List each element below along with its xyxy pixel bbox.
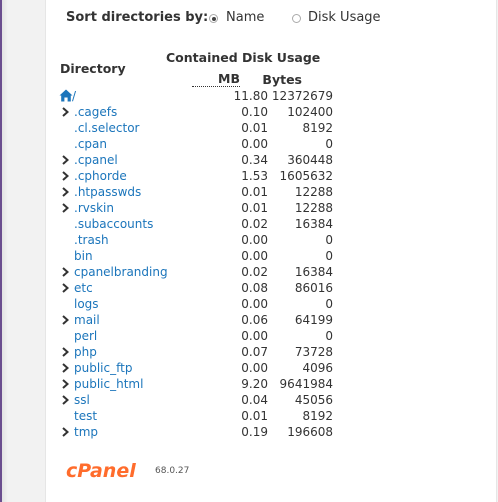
chevron-right-icon[interactable]	[61, 314, 71, 326]
sort-disk-usage-label[interactable]: Disk Usage	[308, 10, 381, 25]
sidebar-shadow	[2, 0, 8, 502]
size-bytes: 8192	[302, 409, 333, 423]
bytes-header: Bytes	[262, 72, 302, 87]
directory-link[interactable]: .cphorde	[74, 168, 127, 184]
directory-link[interactable]: mail	[74, 312, 100, 328]
contained-usage-header: Contained Disk Usage	[166, 50, 321, 65]
directory-link[interactable]: php	[74, 344, 97, 360]
table-row: .cl.selector 0.01 8192	[58, 120, 333, 136]
size-bytes: 4096	[302, 361, 333, 375]
sort-name-label[interactable]: Name	[226, 10, 264, 25]
table-row: perl 0.00 0	[58, 328, 333, 344]
table-row: .rvskin 0.01 12288	[58, 200, 333, 216]
chevron-right-icon[interactable]	[61, 202, 71, 214]
table-row: .trash 0.00 0	[58, 232, 333, 248]
mb-header: MB	[192, 72, 240, 87]
chevron-right-icon[interactable]	[61, 154, 71, 166]
directory-link[interactable]: .cpan	[74, 136, 107, 152]
sort-disk-usage-radio[interactable]	[292, 14, 301, 23]
size-bytes: 0	[325, 297, 333, 311]
table-row: cpanelbranding 0.02 16384	[58, 264, 333, 280]
table-row: .cpan 0.00 0	[58, 136, 333, 152]
directory-link[interactable]: logs	[74, 296, 99, 312]
directory-header: Directory	[60, 61, 126, 76]
directory-link[interactable]: .htpasswds	[74, 184, 141, 200]
sort-name-radio[interactable]	[209, 14, 218, 23]
directory-link[interactable]: .cagefs	[74, 104, 117, 120]
size-bytes: 12288	[294, 201, 333, 215]
directory-link[interactable]: .rvskin	[74, 200, 114, 216]
directory-link[interactable]: ssl	[74, 392, 90, 408]
table-row: test 0.01 8192	[58, 408, 333, 424]
table-row: ssl 0.04 45056	[58, 392, 333, 408]
size-bytes: 16384	[294, 265, 333, 279]
chevron-right-icon[interactable]	[61, 266, 71, 278]
table-row: logs 0.00 0	[58, 296, 333, 312]
directory-link[interactable]: public_ftp	[74, 360, 132, 376]
chevron-right-icon[interactable]	[61, 426, 71, 438]
chevron-right-icon[interactable]	[61, 346, 71, 358]
directory-link[interactable]: /	[72, 88, 76, 104]
directory-link[interactable]: .cl.selector	[74, 120, 140, 136]
svg-text:cPanel: cPanel	[66, 460, 136, 482]
size-bytes: 9641984	[279, 377, 333, 391]
content-panel: Sort directories by: Name Disk Usage Con…	[45, 0, 497, 502]
size-bytes: 196608	[287, 425, 333, 439]
size-bytes: 73728	[294, 345, 333, 359]
size-bytes: 0	[325, 137, 333, 151]
table-row: php 0.07 73728	[58, 344, 333, 360]
table-row: .cpanel 0.34 360448	[58, 152, 333, 168]
directory-link[interactable]: tmp	[74, 424, 98, 440]
directory-link[interactable]: bin	[74, 248, 93, 264]
directory-link[interactable]: etc	[74, 280, 93, 296]
sort-label: Sort directories by:	[66, 10, 209, 25]
size-bytes: 64199	[294, 313, 333, 327]
table-row: mail 0.06 64199	[58, 312, 333, 328]
directory-link[interactable]: test	[74, 408, 97, 424]
table-row: public_html 9.20 9641984	[58, 376, 333, 392]
table-row: .subaccounts 0.02 16384	[58, 216, 333, 232]
directory-link[interactable]: public_html	[74, 376, 143, 392]
size-bytes: 0	[325, 329, 333, 343]
size-bytes: 360448	[287, 153, 333, 167]
size-bytes: 45056	[294, 393, 333, 407]
table-row: /11.80 12372679	[58, 88, 333, 104]
table-row: .htpasswds 0.01 12288	[58, 184, 333, 200]
table-row: bin 0.00 0	[58, 248, 333, 264]
chevron-right-icon[interactable]	[61, 106, 71, 118]
directory-link[interactable]: perl	[74, 328, 97, 344]
directory-table: /11.80 12372679 .cagefs 0.10 102400 .cl.selec…	[58, 88, 333, 440]
table-row: .cagefs 0.10 102400	[58, 104, 333, 120]
size-bytes: 86016	[294, 281, 333, 295]
size-bytes: 0	[325, 249, 333, 263]
chevron-right-icon[interactable]	[61, 186, 71, 198]
chevron-right-icon[interactable]	[61, 362, 71, 374]
chevron-right-icon[interactable]	[61, 394, 71, 406]
size-bytes: 1605632	[279, 169, 333, 183]
table-row: public_ftp 0.00 4096	[58, 360, 333, 376]
chevron-right-icon[interactable]	[61, 170, 71, 182]
directory-link[interactable]: .trash	[74, 232, 109, 248]
cpanel-logo: cPanel	[66, 460, 150, 486]
directory-link[interactable]: cpanelbranding	[74, 264, 168, 280]
size-bytes: 16384	[294, 217, 333, 231]
size-bytes: 12288	[294, 185, 333, 199]
size-bytes: 12372679	[271, 89, 333, 103]
size-bytes: 102400	[287, 105, 333, 119]
cpanel-version: 68.0.27	[155, 466, 190, 476]
chevron-right-icon[interactable]	[61, 282, 71, 294]
directory-link[interactable]: .cpanel	[74, 152, 118, 168]
chevron-right-icon[interactable]	[61, 378, 71, 390]
size-bytes: 8192	[302, 121, 333, 135]
table-row: .cphorde 1.53 1605632	[58, 168, 333, 184]
table-row: tmp 0.19 196608	[58, 424, 333, 440]
home-icon[interactable]	[59, 89, 73, 102]
size-bytes: 0	[325, 233, 333, 247]
table-row: etc 0.08 86016	[58, 280, 333, 296]
directory-link[interactable]: .subaccounts	[74, 216, 153, 232]
